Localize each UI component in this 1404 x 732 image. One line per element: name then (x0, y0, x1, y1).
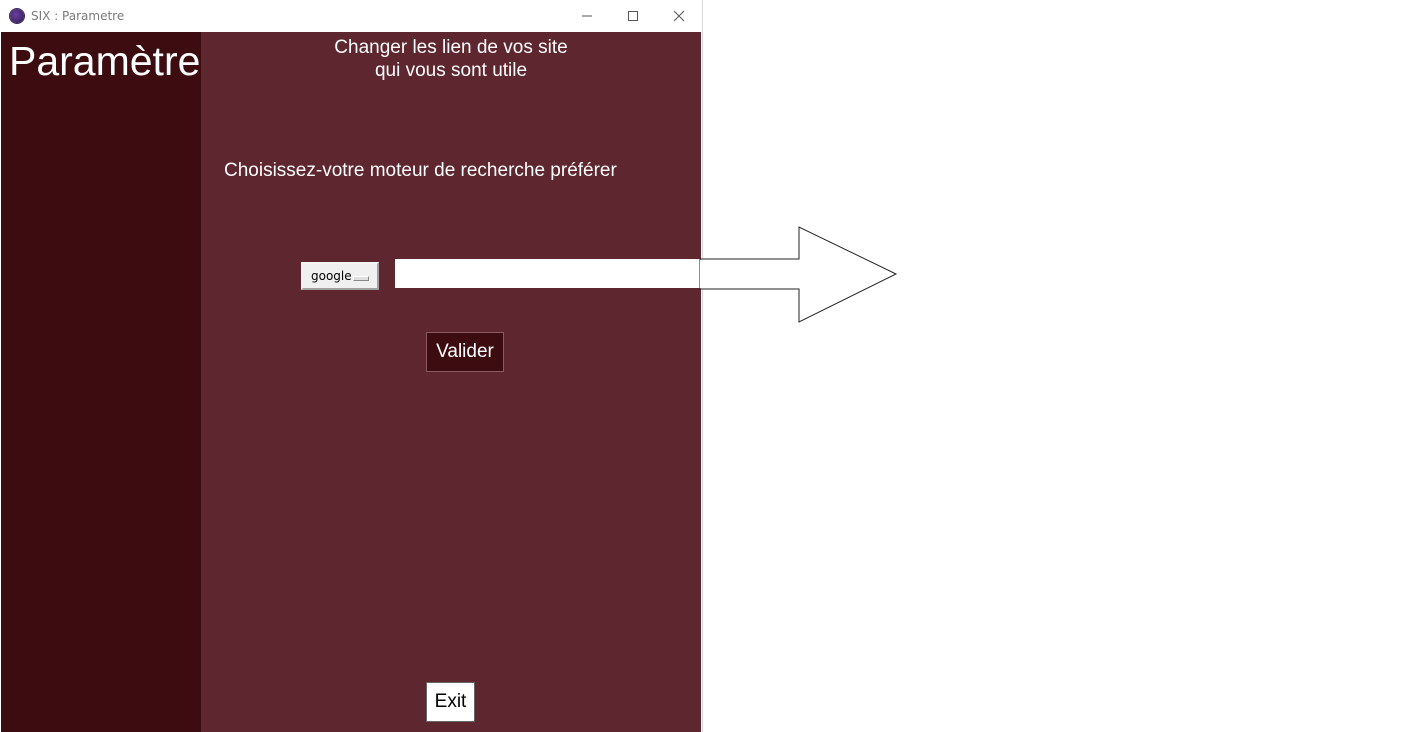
sidebar-title: Paramètre (9, 38, 201, 84)
title-bar: SIX : Parametre (0, 0, 702, 32)
search-engine-prompt: Choisissez-votre moteur de recherche pré… (224, 160, 617, 181)
minimize-button[interactable] (564, 0, 610, 32)
app-icon (10, 9, 24, 23)
main-content: Paramètre Changer les lien de vos site q… (1, 32, 701, 732)
close-button[interactable] (656, 0, 702, 32)
close-icon (673, 10, 685, 22)
arrow-head-shape (699, 226, 898, 323)
heading-line-1: Changer les lien de vos site (334, 37, 568, 58)
minimize-icon (582, 15, 592, 17)
search-engine-dropdown[interactable]: google (301, 262, 379, 290)
valider-button[interactable]: Valider (426, 332, 504, 372)
exit-button[interactable]: Exit (426, 682, 475, 722)
maximize-icon (628, 11, 638, 21)
window-title: SIX : Parametre (31, 9, 125, 23)
sidebar: Paramètre (1, 32, 201, 732)
url-input[interactable] (395, 259, 701, 288)
dropdown-indicator-icon (353, 276, 369, 281)
search-engine-selected: google (311, 269, 352, 283)
maximize-button[interactable] (610, 0, 656, 32)
heading-line-2: qui vous sont utile (374, 60, 528, 81)
page-heading: Changer les lien de vos site qui vous so… (201, 36, 701, 82)
app-window: SIX : Parametre Paramètre Changer les li… (0, 0, 702, 732)
